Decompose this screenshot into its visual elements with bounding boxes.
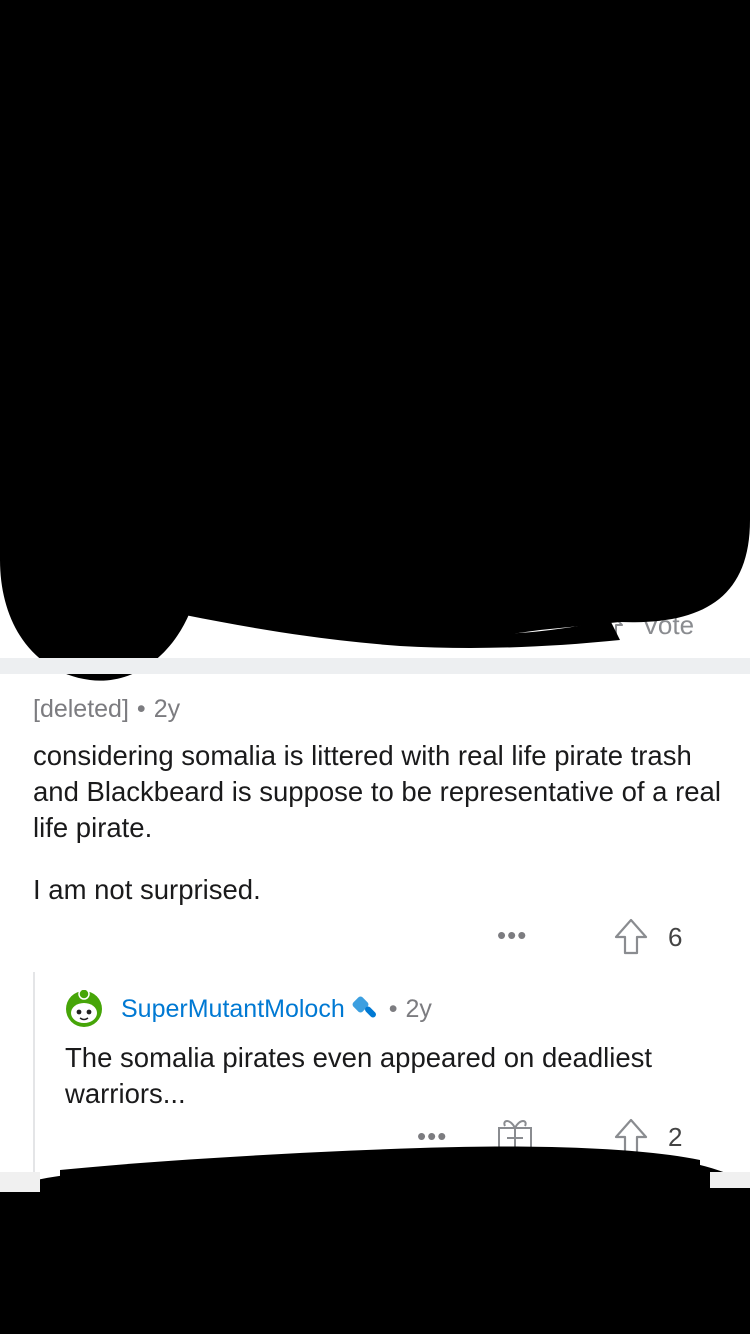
reply-meta: SuperMutantMoloch • 2y (65, 990, 735, 1028)
reply-author[interactable]: SuperMutantMoloch (121, 995, 345, 1024)
redaction-bottom (0, 1146, 750, 1334)
more-options-icon[interactable]: ••• (497, 922, 527, 948)
comment: [deleted] • 2y considering somalia is litt… (33, 690, 723, 908)
comment-meta: [deleted] • 2y (33, 690, 723, 730)
meta-separator: • (136, 695, 146, 723)
upvote-count: 6 (668, 921, 683, 952)
comment-paragraph: I am not surprised. (33, 874, 261, 905)
background-strip (710, 1172, 750, 1188)
avatar-icon[interactable] (65, 990, 103, 1028)
background-strip (0, 1172, 40, 1192)
meta-separator: • (388, 994, 398, 1023)
mod-flair-icon (352, 996, 376, 1018)
comment-vote: 6 (614, 918, 682, 956)
comment-paragraph: considering somalia is littered with rea… (33, 740, 721, 843)
comment-divider (0, 658, 750, 674)
redaction-top (0, 0, 750, 681)
reply-age: 2y (405, 994, 432, 1023)
reddit-comment-thread: Vote [deleted] • 2y considering somalia is… (0, 0, 750, 1334)
comment-body: considering somalia is littered with rea… (33, 738, 723, 908)
comment-actions: ••• (497, 922, 527, 948)
reply-comment: SuperMutantMoloch • 2y The somalia pirat… (65, 990, 735, 1112)
comment-age: 2y (153, 695, 181, 723)
reply-body: The somalia pirates even appeared on dea… (65, 1042, 653, 1109)
comment-author[interactable]: [deleted] (33, 695, 129, 723)
upvote-icon[interactable] (614, 918, 648, 956)
